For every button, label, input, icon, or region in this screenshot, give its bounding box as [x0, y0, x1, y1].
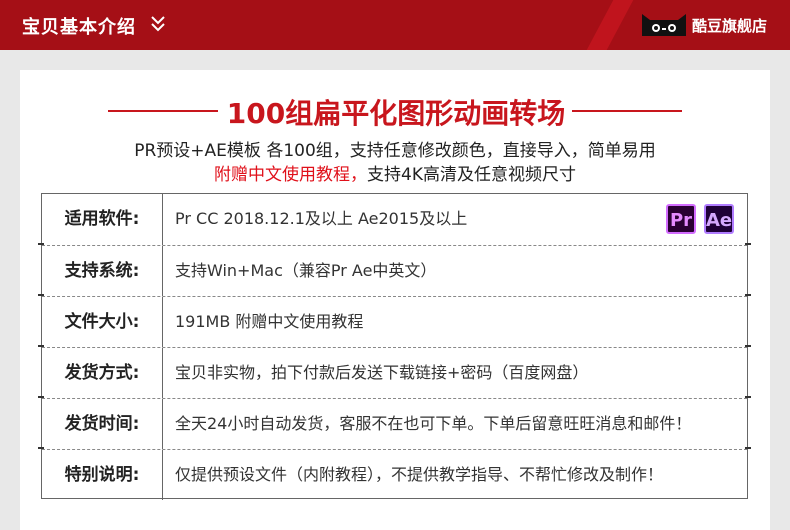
row-tick — [745, 345, 751, 347]
spec-label: 特别说明: — [42, 450, 163, 500]
spec-value: 宝贝非实物，拍下付款后发送下载链接+密码（百度网盘） — [175, 363, 589, 382]
spec-label: 发货方式: — [42, 348, 163, 398]
row-tick — [38, 345, 44, 347]
subtitle-line-2: 附赠中文使用教程，支持4K高清及任意视频尺寸 — [20, 160, 770, 185]
row-tick — [38, 243, 44, 245]
spec-row-notes: 特别说明: 仅提供预设文件（内附教程），不提供教学指导、不帮忙修改及制作！ — [42, 449, 747, 500]
spec-label: 适用软件: — [42, 194, 163, 245]
spec-label: 文件大小: — [42, 297, 163, 347]
store-brand[interactable]: 酷豆旗舰店 — [640, 13, 767, 37]
spec-row-delivery-method: 发货方式: 宝贝非实物，拍下付款后发送下载链接+密码（百度网盘） — [42, 347, 747, 398]
after-effects-icon: Ae — [704, 204, 734, 234]
chevron-down-icon[interactable] — [149, 14, 167, 34]
subtitle-line-1: PR预设+AE模板 各100组，支持任意修改颜色，直接导入，简单易用 — [134, 141, 656, 161]
row-tick — [38, 447, 44, 449]
spec-value: 191MB 附赠中文使用教程 — [175, 312, 364, 331]
row-tick — [745, 396, 751, 398]
row-tick — [745, 447, 751, 449]
row-tick — [745, 243, 751, 245]
spec-row-system: 支持系统: 支持Win+Mac（兼容Pr Ae中英文） — [42, 245, 747, 296]
headline-rule-left — [108, 110, 218, 112]
header-bar: 宝贝基本介绍 酷豆旗舰店 — [0, 0, 790, 50]
headline-rule-right — [572, 110, 682, 112]
headline: 100组扁平化图形动画转场 — [20, 90, 770, 130]
section-title: 宝贝基本介绍 — [22, 17, 136, 38]
spec-label: 发货时间: — [42, 399, 163, 449]
brand-name: 酷豆旗舰店 — [692, 16, 768, 35]
row-tick — [38, 396, 44, 398]
spec-row-software: 适用软件: Pr CC 2018.12.1及以上 Ae2015及以上 Pr Ae — [42, 194, 747, 245]
spec-table: 适用软件: Pr CC 2018.12.1及以上 Ae2015及以上 Pr Ae… — [41, 193, 748, 500]
spec-label: 支持系统: — [42, 246, 163, 296]
tmall-cat-icon — [642, 14, 686, 36]
row-tick — [745, 294, 751, 296]
spec-row-delivery-time: 发货时间: 全天24小时自动发货，客服不在也可下单。下单后留意旺旺消息和邮件！ — [42, 398, 747, 449]
app-badges: Pr Ae — [666, 204, 734, 234]
spec-value: 全天24小时自动发货，客服不在也可下单。下单后留意旺旺消息和邮件！ — [175, 414, 692, 433]
spec-value: 支持Win+Mac（兼容Pr Ae中英文） — [175, 261, 437, 280]
spec-value: Pr CC 2018.12.1及以上 Ae2015及以上 — [175, 209, 468, 228]
header-stripe — [586, 0, 634, 50]
spec-row-size: 文件大小: 191MB 附赠中文使用教程 — [42, 296, 747, 347]
headline-text: 100组扁平化图形动画转场 — [226, 97, 566, 130]
spec-value: 仅提供预设文件（内附教程），不提供教学指导、不帮忙修改及制作！ — [175, 465, 664, 484]
premiere-pro-icon: Pr — [666, 204, 696, 234]
subtitle-rest: 支持4K高清及任意视频尺寸 — [367, 165, 576, 185]
row-tick — [38, 294, 44, 296]
subtitle-highlight: 附赠中文使用教程， — [214, 165, 368, 185]
